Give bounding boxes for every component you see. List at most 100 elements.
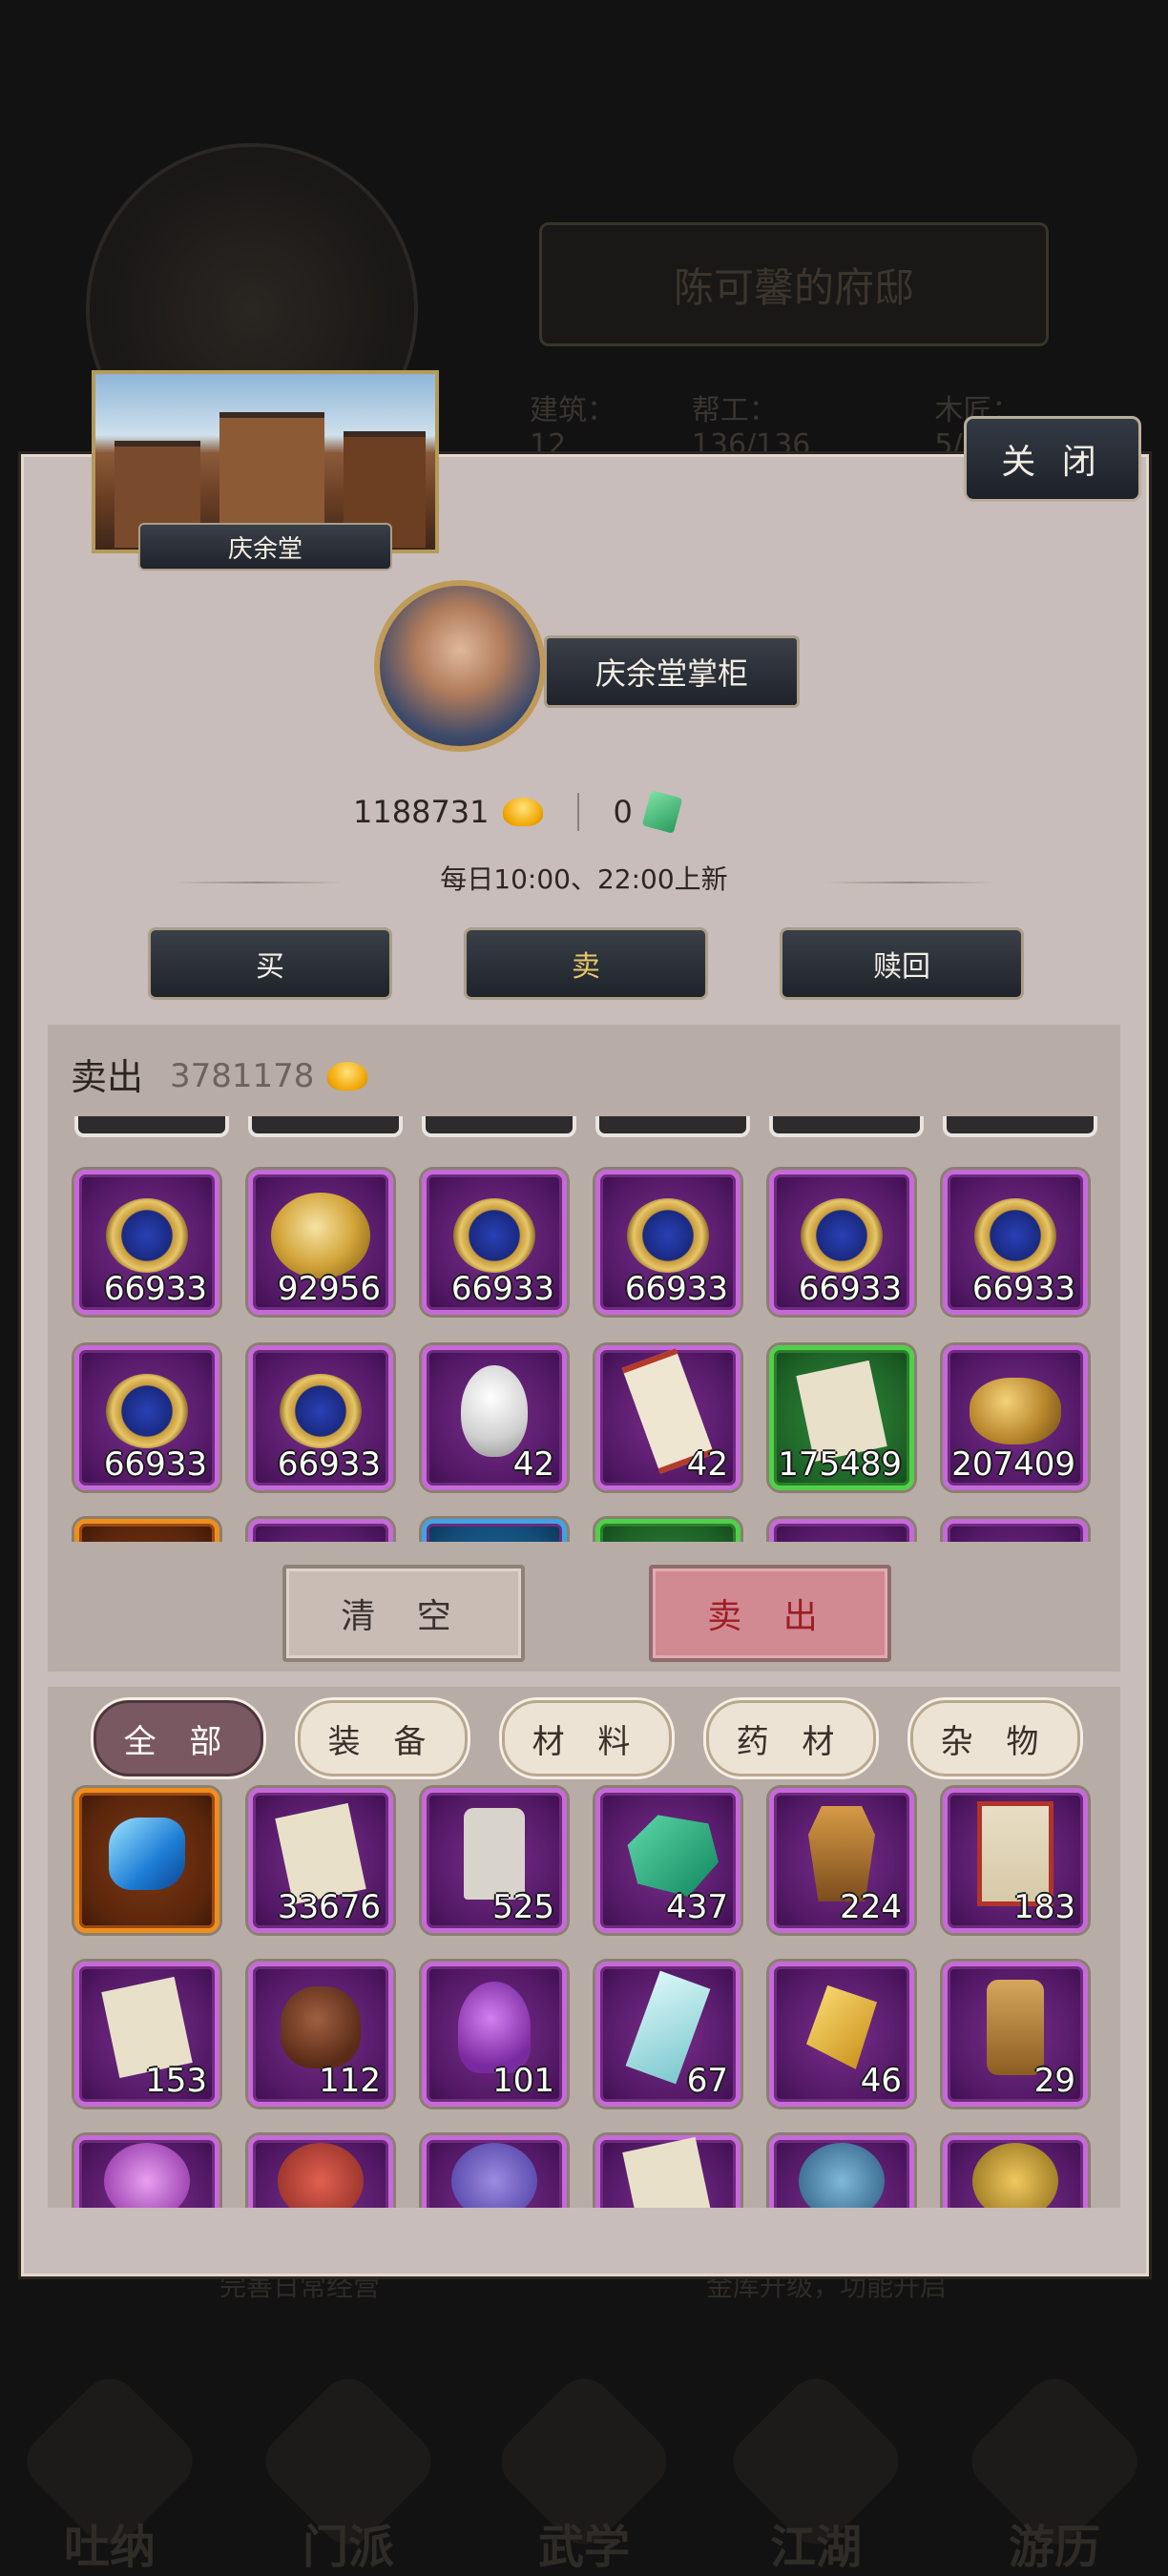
item-quantity: 66933	[103, 1270, 207, 1308]
jade-amount: 0	[613, 794, 633, 830]
close-button[interactable]: 关 闭	[964, 416, 1141, 502]
sell-slot-partial[interactable]	[248, 1519, 393, 1542]
sell-title: 卖出	[71, 1056, 144, 1098]
nav-item-travel[interactable]: 游历	[960, 2367, 1149, 2576]
item-quantity: 525	[492, 1888, 554, 1926]
sell-slot-partial[interactable]	[769, 1519, 914, 1542]
sell-button[interactable]: 卖 出	[649, 1565, 891, 1662]
inventory-slot-partial[interactable]	[248, 2135, 393, 2208]
inventory-slot[interactable]	[74, 1788, 219, 1933]
item-quantity: 66933	[450, 1270, 554, 1308]
category-tab-equipment[interactable]: 装 备	[298, 1700, 468, 1776]
item-quantity: 66933	[624, 1270, 728, 1308]
sell-slot[interactable]: 42	[422, 1345, 567, 1490]
nav-label: 武学	[537, 2521, 630, 2574]
blue-gem-icon	[109, 1817, 185, 1890]
category-tab-misc[interactable]: 杂 物	[910, 1700, 1080, 1776]
sell-slot-partial[interactable]	[595, 1519, 740, 1542]
ornament-right	[824, 882, 996, 883]
sell-slot[interactable]: 66933	[74, 1345, 219, 1490]
nav-item-breathing[interactable]: 吐纳	[15, 2367, 204, 2576]
item-quantity: 66933	[103, 1445, 207, 1484]
inventory-slot-partial[interactable]	[769, 2135, 914, 2208]
inventory-slot[interactable]: 112	[248, 1962, 393, 2107]
nav-item-martial[interactable]: 武学	[490, 2367, 678, 2576]
inventory-slot[interactable]: 224	[769, 1788, 914, 1933]
inventory-slot-partial[interactable]	[74, 2135, 219, 2208]
nav-label: 游历	[1008, 2521, 1100, 2574]
gold-coin-icon	[271, 1192, 370, 1278]
category-tab-herbs[interactable]: 药 材	[706, 1700, 876, 1776]
inventory-slot[interactable]: 29	[943, 1962, 1088, 2107]
nav-label: 门派	[302, 2521, 394, 2574]
currency-bar: 1188731 0	[353, 790, 683, 834]
sell-item-grid[interactable]: 66933 92956 66933 66933 66933 66933 6693…	[67, 1116, 1107, 1542]
sell-slot[interactable]: 92956	[248, 1170, 393, 1315]
item-quantity: 33676	[277, 1888, 381, 1926]
sell-slot[interactable]: 66933	[74, 1170, 219, 1315]
armor-icon	[808, 1805, 875, 1901]
item-quantity: 66933	[798, 1270, 902, 1308]
inventory-slot-partial[interactable]	[595, 2135, 740, 2208]
tab-sell[interactable]: 卖	[464, 927, 708, 1000]
inventory-slot[interactable]: 67	[595, 1962, 740, 2107]
inventory-slot[interactable]: 183	[943, 1788, 1088, 1933]
inventory-slot[interactable]: 153	[74, 1962, 219, 2107]
item-quantity: 66933	[971, 1270, 1075, 1308]
bottom-nav: 吐纳 门派 武学 江湖 游历	[0, 2366, 1168, 2576]
sell-slot-partial[interactable]	[422, 1519, 567, 1542]
sell-slot[interactable]: 66933	[595, 1170, 740, 1315]
pink-orb-icon	[104, 2142, 190, 2208]
sell-slot[interactable]: 207409	[943, 1345, 1088, 1490]
stat-buildings: 建筑：12	[530, 394, 615, 462]
tab-redeem[interactable]: 赎回	[780, 927, 1024, 1000]
inventory-grid[interactable]: 33676 525 437 224 183 153 112 101 67 46 …	[67, 1784, 1107, 2208]
inventory-slot-partial[interactable]	[422, 2135, 567, 2208]
blue-gem-coin-icon	[627, 1197, 709, 1273]
inventory-slot[interactable]: 33676	[248, 1788, 393, 1933]
inventory-slot[interactable]: 101	[422, 1962, 567, 2107]
nav-item-sect[interactable]: 门派	[254, 2367, 443, 2576]
nav-item-jianghu[interactable]: 江湖	[721, 2367, 910, 2576]
inventory-slot-partial[interactable]	[943, 2135, 1088, 2208]
mansion-title: 陈可馨的府邸	[539, 222, 1049, 346]
sell-slot[interactable]: 175489	[769, 1345, 914, 1490]
sell-slot[interactable]: 42	[595, 1345, 740, 1490]
tab-buy[interactable]: 买	[148, 927, 392, 1000]
blue-gem-coin-icon	[801, 1197, 883, 1273]
gold-crystal-icon	[806, 1984, 877, 2069]
white-mask-icon	[461, 1364, 528, 1457]
item-quantity: 66933	[277, 1445, 381, 1484]
item-quantity: 29	[1033, 2062, 1075, 2100]
item-quantity: 42	[686, 1445, 728, 1484]
blue-gem-coin-icon	[453, 1197, 535, 1273]
sell-slot[interactable]: 66933	[248, 1345, 393, 1490]
category-tab-all[interactable]: 全 部	[94, 1700, 263, 1776]
item-quantity: 67	[686, 2062, 728, 2100]
nav-label: 吐纳	[63, 2521, 156, 2574]
shopkeeper-avatar	[374, 580, 546, 752]
inventory-slot[interactable]: 437	[595, 1788, 740, 1933]
sell-slot-partial[interactable]	[943, 1519, 1088, 1542]
sell-slot[interactable]: 66933	[943, 1170, 1088, 1315]
gold-amount: 1188731	[353, 794, 490, 830]
category-tab-materials[interactable]: 材 料	[502, 1700, 672, 1776]
red-item-icon	[278, 2142, 364, 2208]
item-quantity: 224	[840, 1888, 902, 1926]
item-quantity: 112	[319, 2062, 381, 2100]
blue-gem-coin-icon	[106, 1373, 188, 1448]
inventory-slot[interactable]: 525	[422, 1788, 567, 1933]
blue-item-icon	[799, 2142, 885, 2208]
item-quantity: 175489	[778, 1445, 902, 1484]
divider	[576, 793, 579, 831]
sell-slot[interactable]: 66933	[422, 1170, 567, 1315]
gold-nugget-icon	[970, 1377, 1061, 1444]
violet-item-icon	[451, 2142, 537, 2208]
item-quantity: 207409	[951, 1445, 1075, 1484]
item-quantity: 153	[145, 2062, 207, 2100]
gold-item-icon	[972, 2142, 1058, 2208]
inventory-slot[interactable]: 46	[769, 1962, 914, 2107]
clear-button[interactable]: 清 空	[282, 1565, 525, 1662]
sell-slot[interactable]: 66933	[769, 1170, 914, 1315]
sell-slot-partial[interactable]	[74, 1519, 219, 1542]
